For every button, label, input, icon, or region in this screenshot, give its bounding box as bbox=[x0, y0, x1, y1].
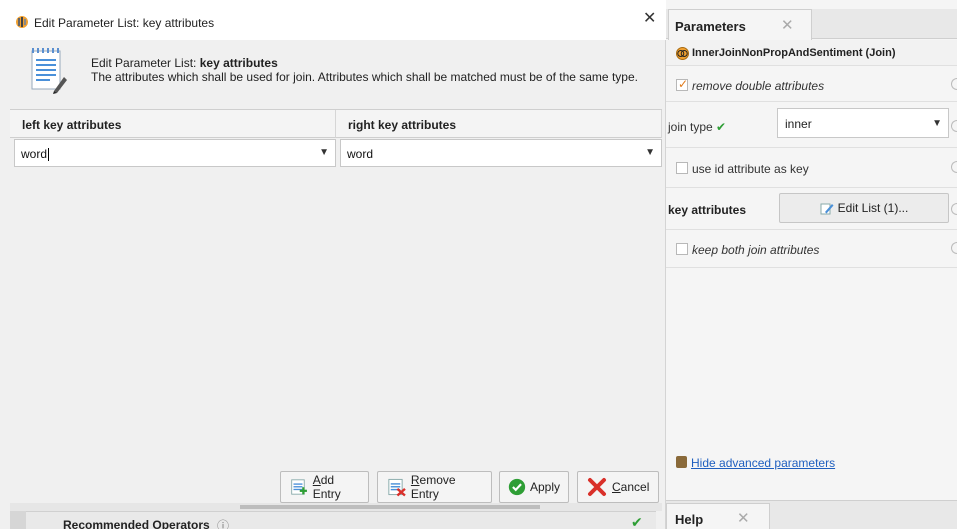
help-hint-icon[interactable] bbox=[951, 242, 957, 254]
edit-parameter-list-dialog: Edit Parameter List: key attributes ✕ Ed… bbox=[0, 0, 666, 529]
dialog-header: Edit Parameter List: key attributes The … bbox=[10, 40, 660, 104]
param-keep-both: keep both join attributes bbox=[666, 230, 957, 268]
help-hint-icon[interactable] bbox=[951, 203, 957, 215]
edit-list-label: Edit List (1)... bbox=[837, 201, 909, 215]
scrollbar-thumb[interactable] bbox=[240, 505, 540, 509]
cancel-mnemonic: C bbox=[612, 480, 621, 494]
close-icon[interactable]: ✕ bbox=[737, 509, 750, 527]
left-key-value: word bbox=[21, 147, 48, 161]
apply-button[interactable]: Apply bbox=[499, 471, 569, 503]
add-row-icon bbox=[291, 479, 307, 495]
remove-entry-button[interactable]: Remove Entry bbox=[377, 471, 492, 503]
hide-advanced-link[interactable]: Hide advanced parameters bbox=[676, 456, 835, 470]
app-logo-icon bbox=[16, 16, 28, 28]
key-attributes-table: left key attributes right key attributes… bbox=[10, 109, 662, 474]
right-key-value: word bbox=[347, 147, 374, 161]
param-use-id-attribute: use id attribute as key bbox=[666, 148, 957, 188]
keep-both-label: keep both join attributes bbox=[692, 243, 820, 257]
green-check-icon: ✔ bbox=[716, 120, 727, 134]
close-icon[interactable]: ✕ bbox=[643, 11, 656, 27]
chevron-down-icon[interactable]: ▼ bbox=[645, 147, 655, 158]
help-hint-icon[interactable] bbox=[951, 78, 957, 90]
wizard-icon bbox=[676, 456, 687, 468]
right-key-combobox[interactable]: word ▼ bbox=[340, 139, 662, 167]
info-icon[interactable]: ⓘ bbox=[217, 517, 229, 529]
keep-both-checkbox[interactable] bbox=[676, 243, 688, 255]
tab-help-label: Help bbox=[675, 512, 704, 527]
key-attributes-label: key attributes bbox=[668, 203, 747, 217]
remove-entry-mnemonic: R bbox=[410, 473, 420, 487]
remove-double-attributes-label: remove double attributes bbox=[692, 79, 825, 93]
header-title: Edit Parameter List: key attributes bbox=[91, 56, 278, 70]
parameters-panel: Parameters ✕ InnerJoinNonPropAndSentimen… bbox=[666, 0, 957, 529]
left-key-combobox[interactable]: word ▼ bbox=[14, 139, 336, 167]
add-entry-button[interactable]: Add Entry bbox=[280, 471, 369, 503]
header-prefix: Edit Parameter List: bbox=[91, 56, 200, 70]
cancel-button[interactable]: Cancel bbox=[577, 471, 659, 503]
tab-parameters[interactable]: Parameters ✕ bbox=[668, 9, 812, 40]
close-icon[interactable]: ✕ bbox=[781, 16, 794, 34]
help-hint-icon[interactable] bbox=[951, 120, 957, 132]
dialog-titlebar: Edit Parameter List: key attributes ✕ bbox=[0, 0, 666, 40]
join-type-label: join type ✔ bbox=[668, 120, 726, 134]
header-description: The attributes which shall be used for j… bbox=[91, 70, 638, 84]
column-header-right[interactable]: right key attributes bbox=[336, 110, 662, 138]
chevron-down-icon[interactable]: ▼ bbox=[932, 118, 942, 129]
use-id-attribute-checkbox[interactable] bbox=[676, 162, 688, 174]
edit-list-button[interactable]: Edit List (1)... bbox=[779, 193, 949, 223]
join-type-text: join type bbox=[668, 120, 713, 134]
left-panel-strip bbox=[10, 511, 26, 529]
remove-row-icon bbox=[388, 478, 406, 497]
tab-help[interactable]: Help ✕ bbox=[666, 503, 770, 529]
help-hint-icon[interactable] bbox=[951, 161, 957, 173]
operator-name: InnerJoinNonPropAndSentiment (Join) bbox=[692, 47, 896, 59]
check-circle-icon bbox=[508, 478, 526, 496]
column-header-left[interactable]: left key attributes bbox=[10, 110, 336, 138]
use-id-attribute-label: use id attribute as key bbox=[692, 162, 809, 176]
header-param-name: key attributes bbox=[199, 56, 278, 70]
red-x-icon bbox=[588, 478, 606, 496]
join-type-select[interactable]: inner ▼ bbox=[777, 108, 949, 138]
join-type-value: inner bbox=[785, 117, 812, 131]
tab-parameters-label: Parameters bbox=[675, 19, 746, 34]
dialog-title: Edit Parameter List: key attributes bbox=[34, 16, 215, 30]
text-cursor bbox=[48, 148, 50, 162]
green-check-icon: ✔ bbox=[631, 514, 643, 529]
cancel-label: ancel bbox=[620, 480, 650, 494]
parameters-tabbar: Parameters ✕ bbox=[666, 9, 957, 40]
edit-pencil-icon bbox=[820, 203, 834, 215]
add-entry-mnemonic: A bbox=[312, 473, 321, 487]
help-tabbar: Help ✕ bbox=[666, 500, 957, 529]
apply-label: Apply bbox=[529, 480, 560, 494]
chevron-down-icon[interactable]: ▼ bbox=[319, 147, 329, 158]
param-remove-double-attributes: remove double attributes bbox=[666, 66, 957, 102]
hide-advanced-label: Hide advanced parameters bbox=[691, 456, 836, 470]
remove-double-attributes-checkbox[interactable] bbox=[676, 77, 688, 91]
edit-list-document-icon bbox=[31, 48, 67, 94]
recommended-operators-label: Recommended Operators bbox=[63, 518, 210, 529]
operator-name-row: InnerJoinNonPropAndSentiment (Join) bbox=[666, 40, 957, 66]
join-operator-icon bbox=[676, 47, 689, 60]
